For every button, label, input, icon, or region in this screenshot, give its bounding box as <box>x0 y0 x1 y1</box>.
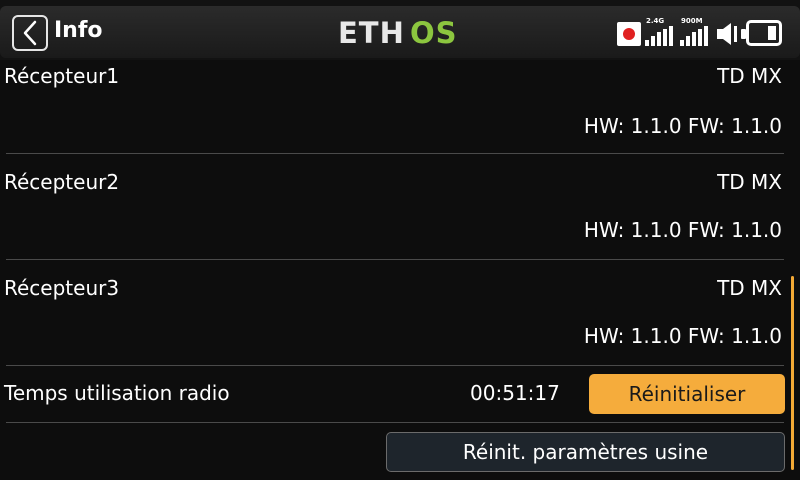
factory-reset-button[interactable]: Réinit. paramètres usine <box>386 432 785 472</box>
divider <box>6 422 784 423</box>
scrollbar[interactable] <box>791 276 794 470</box>
divider <box>6 153 784 154</box>
ethos-logo: ETH OS <box>338 18 458 48</box>
battery-icon <box>741 20 782 46</box>
receiver-model: TD MX <box>717 64 782 88</box>
radio-time-label: Temps utilisation radio <box>4 381 230 405</box>
back-button[interactable] <box>12 15 48 51</box>
receiver-row-2[interactable]: Récepteur2 TD MX HW: 1.1.0 FW: 1.1.0 <box>0 166 788 260</box>
signal-900m-icon <box>680 26 708 46</box>
svg-text:OS: OS <box>410 18 458 48</box>
receiver-model: TD MX <box>717 170 782 194</box>
radio-time-value: 00:51:17 <box>470 381 560 405</box>
receiver-version: HW: 1.1.0 FW: 1.1.0 <box>583 114 782 138</box>
record-icon <box>617 22 641 46</box>
receiver-version: HW: 1.1.0 FW: 1.1.0 <box>583 218 782 242</box>
receiver-row-1[interactable]: Récepteur1 TD MX HW: 1.1.0 FW: 1.1.0 <box>0 60 788 154</box>
receiver-label: Récepteur2 <box>4 170 120 194</box>
page-title: Info <box>54 18 103 43</box>
svg-text:ETH: ETH <box>338 18 405 48</box>
receiver-model: TD MX <box>717 276 782 300</box>
receiver-label: Récepteur3 <box>4 276 120 300</box>
divider <box>6 259 784 260</box>
receiver-label: Récepteur1 <box>4 64 120 88</box>
receiver-version: HW: 1.1.0 FW: 1.1.0 <box>583 324 782 348</box>
reset-timer-button[interactable]: Réinitialiser <box>589 374 785 414</box>
speaker-icon <box>717 23 737 45</box>
receiver-row-3[interactable]: Récepteur3 TD MX HW: 1.1.0 FW: 1.1.0 <box>0 272 788 366</box>
top-bar: Info ETH OS 2.4G 900M <box>0 0 800 60</box>
signal-2-4g-label: 2.4G <box>646 17 665 25</box>
signal-900m-label: 900M <box>681 17 703 25</box>
divider <box>6 365 784 366</box>
signal-2-4g-icon <box>645 26 673 46</box>
chevron-left-icon <box>23 20 37 46</box>
